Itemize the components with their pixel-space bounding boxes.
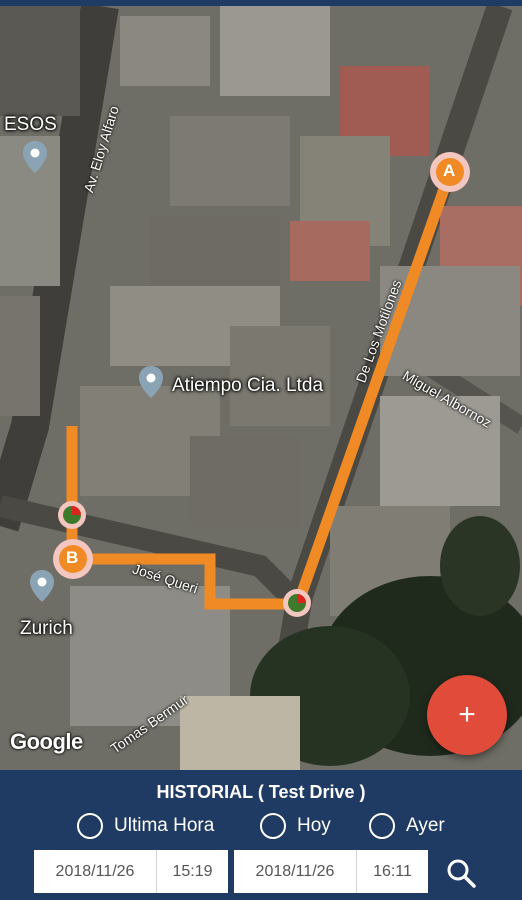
radio-hoy[interactable]: Hoy (260, 813, 331, 839)
history-panel: HISTORIAL ( Test Drive ) Ultima Hora Hoy… (0, 770, 522, 900)
google-attribution-logo: Google (10, 729, 83, 754)
to-time-field[interactable]: 16:11 (357, 863, 428, 881)
panel-title: HISTORIAL ( Test Drive ) (156, 782, 366, 802)
from-datetime: 2018/11/26 15:19 (34, 850, 228, 893)
place-pin-icon[interactable] (138, 365, 164, 399)
radio-label: Ayer (406, 815, 445, 836)
to-datetime: 2018/11/26 16:11 (234, 850, 428, 893)
route-end-marker[interactable]: B (66, 548, 78, 568)
plus-icon: + (458, 698, 476, 731)
radio-label: Ultima Hora (114, 815, 215, 836)
radio-circle-icon[interactable] (260, 813, 286, 839)
radio-label: Hoy (297, 815, 331, 836)
place-label-esos: ESOS (4, 114, 57, 135)
from-time-field[interactable]: 15:19 (157, 863, 228, 881)
radio-ayer[interactable]: Ayer (369, 813, 445, 839)
place-label-atiempo: Atiempo Cia. Ltda (172, 375, 324, 396)
from-date-field[interactable]: 2018/11/26 (34, 863, 156, 881)
map-view[interactable]: A B Av. Eloy Alfaro De Los Motilones Mig… (0, 6, 522, 770)
radio-circle-icon[interactable] (77, 813, 103, 839)
search-icon[interactable] (445, 857, 477, 889)
place-label-zurich: Zurich (20, 618, 73, 639)
radio-ultima-hora[interactable]: Ultima Hora (77, 813, 214, 839)
place-pin-icon[interactable] (22, 140, 48, 174)
to-date-field[interactable]: 2018/11/26 (234, 863, 356, 881)
add-button[interactable]: + (427, 675, 507, 755)
place-pin-icon[interactable] (29, 569, 55, 603)
radio-circle-icon[interactable] (369, 813, 395, 839)
route-start-marker[interactable]: A (443, 161, 455, 181)
